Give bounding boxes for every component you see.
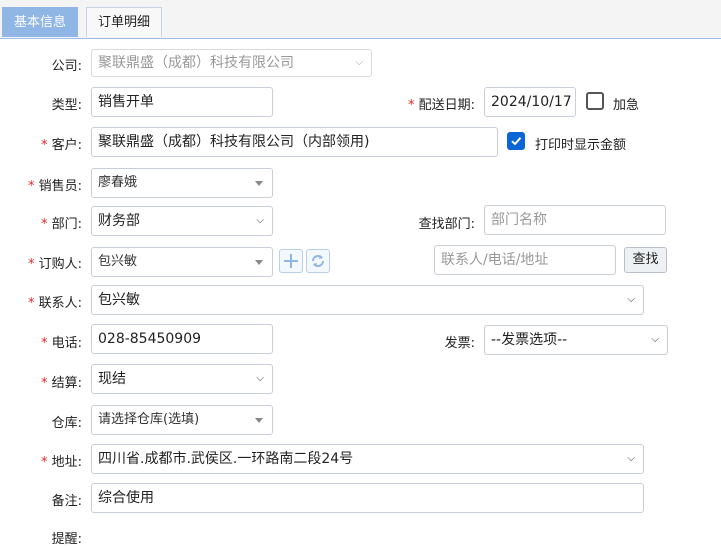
plus-icon	[284, 254, 298, 268]
phone-label: * 电话:	[41, 332, 82, 351]
delivery-date-label-text: 配送日期:	[418, 98, 475, 113]
phone-label-text: 电话:	[51, 336, 82, 351]
tab-order-detail[interactable]: 订单明细	[86, 7, 163, 37]
required-mark: *	[40, 138, 48, 153]
warehouse-select[interactable]: 请选择仓库(选填)	[91, 405, 273, 435]
triangle-down-icon	[255, 418, 263, 423]
settlement-label: * 结算:	[41, 372, 82, 391]
delivery-date-label: * 配送日期:	[408, 94, 475, 113]
urgent-checkbox[interactable]	[586, 92, 604, 110]
settlement-value: 现结	[98, 371, 126, 387]
warehouse-value: 请选择仓库(选填)	[98, 412, 200, 427]
salesperson-label-text: 销售员:	[38, 179, 82, 194]
add-orderer-button[interactable]	[279, 249, 303, 273]
print-amount-label: 打印时显示金额	[535, 138, 627, 153]
find-department-label: 查找部门:	[418, 217, 475, 232]
required-mark: *	[407, 98, 415, 113]
check-icon	[511, 137, 522, 146]
chevron-down-icon: ⌵	[651, 334, 659, 345]
remark-label: 备注:	[51, 494, 82, 509]
company-label: 公司:	[51, 59, 82, 74]
invoice-value: --发票选项--	[491, 332, 568, 348]
orderer-select[interactable]: 包兴敏	[91, 247, 273, 277]
find-department-input[interactable]: 部门名称	[484, 205, 666, 235]
department-label: * 部门:	[41, 213, 82, 232]
required-mark: *	[27, 179, 35, 194]
address-select[interactable]: 四川省.成都市.武侯区.一环路南二段24号 ⌵	[91, 444, 644, 474]
find-department-placeholder: 部门名称	[491, 212, 547, 228]
tab-bar: 基本信息 订单明细	[0, 0, 721, 39]
company-value: 聚联鼎盛（成都）科技有限公司	[98, 55, 294, 71]
customer-field[interactable]: 聚联鼎盛（成都）科技有限公司（内部领用)	[91, 127, 498, 157]
invoice-label: 发票:	[444, 336, 475, 351]
orderer-label: * 订购人:	[28, 253, 82, 272]
type-label: 类型:	[51, 98, 82, 113]
company-select[interactable]: 聚联鼎盛（成都）科技有限公司 ⌵	[91, 49, 372, 77]
required-mark: *	[40, 336, 48, 351]
contact-value: 包兴敏	[98, 292, 140, 308]
type-field[interactable]: 销售开单	[91, 87, 273, 117]
settlement-label-text: 结算:	[51, 376, 82, 391]
print-amount-checkbox[interactable]	[507, 132, 525, 150]
required-mark: *	[27, 296, 35, 311]
orderer-label-text: 订购人:	[38, 257, 82, 272]
customer-label: * 客户:	[41, 134, 82, 153]
chevron-down-icon: ⌵	[355, 57, 363, 68]
chevron-down-icon: ⌵	[627, 453, 635, 464]
customer-label-text: 客户:	[51, 138, 82, 153]
settlement-select[interactable]: 现结 ⌵	[91, 364, 273, 394]
reminder-label: 提醒:	[51, 532, 82, 547]
contact-search-input[interactable]: 联系人/电话/地址	[434, 245, 616, 275]
required-mark: *	[27, 257, 35, 272]
delivery-date-input[interactable]: 2024/10/17	[484, 87, 576, 117]
department-label-text: 部门:	[51, 217, 82, 232]
refresh-orderer-button[interactable]	[306, 249, 330, 273]
salesperson-label: * 销售员:	[28, 175, 82, 194]
required-mark: *	[40, 217, 48, 232]
search-button[interactable]: 查找	[624, 247, 667, 273]
address-value: 四川省.成都市.武侯区.一环路南二段24号	[98, 451, 354, 467]
remark-field[interactable]: 综合使用	[91, 483, 644, 513]
salesperson-select[interactable]: 廖春娥	[91, 168, 273, 198]
contact-select[interactable]: 包兴敏 ⌵	[91, 285, 644, 315]
chevron-down-icon: ⌵	[256, 215, 264, 226]
triangle-down-icon	[255, 260, 263, 265]
contact-label-text: 联系人:	[38, 296, 82, 311]
phone-field[interactable]: 028-85450909	[91, 324, 273, 354]
salesperson-value: 廖春娥	[98, 175, 138, 190]
chevron-down-icon: ⌵	[256, 373, 264, 384]
orderer-value: 包兴敏	[98, 254, 138, 269]
department-select[interactable]: 财务部 ⌵	[91, 206, 273, 236]
chevron-down-icon: ⌵	[627, 294, 635, 305]
address-label: * 地址:	[41, 451, 82, 470]
triangle-down-icon	[255, 181, 263, 186]
urgent-label: 加急	[613, 98, 640, 113]
required-mark: *	[40, 455, 48, 470]
department-value: 财务部	[98, 213, 140, 229]
warehouse-label: 仓库:	[51, 416, 82, 431]
refresh-icon	[312, 255, 324, 267]
tab-basic-info[interactable]: 基本信息	[2, 7, 79, 37]
contact-search-placeholder: 联系人/电话/地址	[441, 252, 549, 268]
required-mark: *	[40, 376, 48, 391]
address-label-text: 地址:	[51, 455, 82, 470]
invoice-select[interactable]: --发票选项-- ⌵	[484, 325, 668, 355]
contact-label: * 联系人:	[28, 292, 82, 311]
